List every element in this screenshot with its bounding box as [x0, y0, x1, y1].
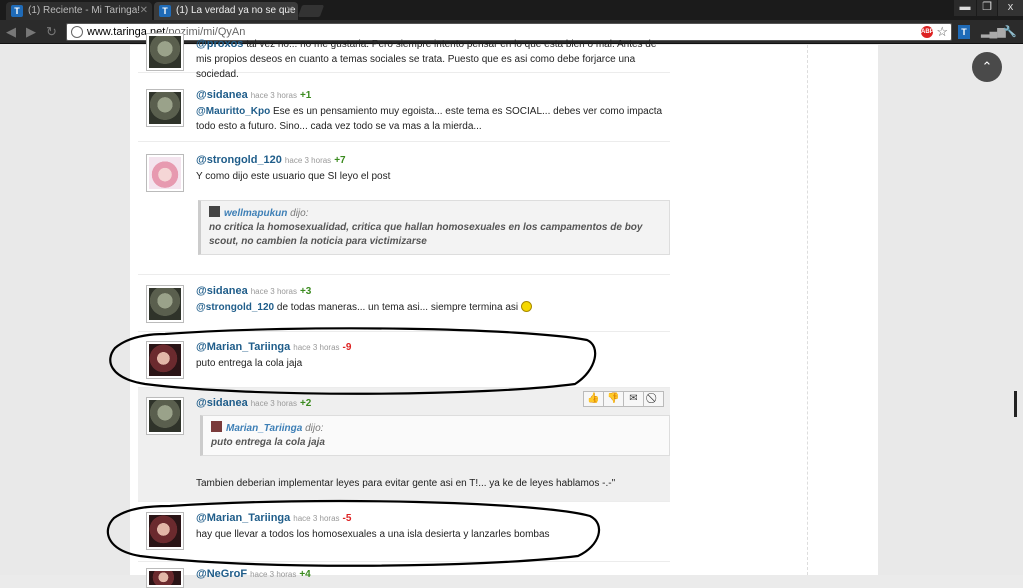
- comment-username[interactable]: @Marian_Tariinga: [196, 341, 290, 353]
- minimize-button[interactable]: ▬: [954, 0, 976, 16]
- comment-text: tal vez no... no me gustaria. Pero siemp…: [196, 39, 657, 80]
- comment-text: puto entrega la cola jaja: [196, 358, 303, 369]
- reply-button[interactable]: ✉: [623, 391, 644, 407]
- taringa-extension-icon[interactable]: T: [958, 25, 970, 39]
- comment-username[interactable]: @proxos: [196, 38, 243, 50]
- avatar[interactable]: [146, 154, 184, 192]
- quote-text: no critica la homosexualidad, critica qu…: [209, 222, 643, 247]
- tab-label: (1) Reciente - Mi Taringa!: [28, 5, 141, 16]
- report-button[interactable]: ⃠: [643, 391, 664, 407]
- comment-username[interactable]: @sidanea: [196, 285, 248, 297]
- comment-score: +3: [299, 286, 312, 297]
- comment-item: @Marian_Tariinga hace 3 horas -5 hay que l…: [138, 502, 670, 562]
- browser-tab-reciente[interactable]: T (1) Reciente - Mi Taringa! ✕: [6, 2, 152, 20]
- comment-score: +1: [299, 90, 312, 101]
- close-window-button[interactable]: x: [998, 0, 1023, 16]
- tab-close-icon[interactable]: ✕: [286, 2, 294, 19]
- new-tab-button[interactable]: [297, 5, 325, 17]
- avatar[interactable]: [146, 89, 184, 127]
- reload-icon[interactable]: ↻: [46, 24, 57, 40]
- comment-username[interactable]: @sidanea: [196, 89, 248, 101]
- quote-text: puto entrega la cola jaja: [211, 437, 325, 448]
- scroll-to-top-button[interactable]: ⌃: [972, 52, 1002, 82]
- scrollbar-thumb[interactable]: [1014, 391, 1017, 417]
- taringa-favicon-icon: T: [11, 5, 23, 17]
- comment-username[interactable]: @strongold_120: [196, 154, 282, 166]
- browser-tab-active[interactable]: T (1) La verdad ya no se que ✕: [154, 2, 298, 20]
- comment-text: Y como dijo este usuario que SI leyo el …: [196, 171, 391, 182]
- comment-text: hay que llevar a todos los homosexuales …: [196, 529, 550, 540]
- page-viewport: @proxos tal vez no... no me gustaria. Pe…: [0, 33, 1023, 588]
- mention-link[interactable]: @strongold_120: [196, 302, 274, 313]
- avatar[interactable]: [146, 568, 184, 588]
- smiley-icon: [520, 301, 532, 312]
- quote-username[interactable]: wellmapukun: [224, 208, 287, 219]
- comment-username[interactable]: @Marian_Tariinga: [196, 512, 290, 524]
- comment-score: +2: [299, 398, 312, 409]
- column-divider: [807, 45, 808, 575]
- comment-item: @sidanea hace 3 horas +3 @strongold_120 de…: [138, 275, 670, 332]
- quote-dijo: dijo:: [290, 208, 309, 219]
- forward-icon[interactable]: ▶: [26, 24, 36, 40]
- signal-bars-icon[interactable]: ▂▄▆: [981, 25, 1006, 39]
- comment-username[interactable]: @sidanea: [196, 397, 248, 409]
- bookmark-star-icon[interactable]: ☆: [936, 24, 948, 40]
- quote-username[interactable]: Marian_Tariinga: [226, 423, 302, 434]
- back-icon[interactable]: ◀: [6, 24, 16, 40]
- comment-time: hace 3 horas: [284, 156, 332, 165]
- comment-time: hace 3 horas: [250, 91, 297, 100]
- maximize-button[interactable]: ❐: [977, 0, 997, 16]
- comment-item: @sidanea hace 3 horas +1 @Mauritto_Kpo Ese…: [138, 77, 670, 142]
- tab-label: (1) La verdad ya no se que: [176, 5, 296, 16]
- quote-block: wellmapukun dijo: no critica la homosexu…: [198, 200, 670, 255]
- comment-item: @Marian_Tariinga hace 3 horas -9 puto entr…: [138, 332, 670, 388]
- vote-up-button[interactable]: 👍: [583, 391, 604, 407]
- comment-time: hace 3 horas: [250, 287, 297, 296]
- comment-score: -9: [342, 342, 352, 353]
- comment-text: de todas maneras... un tema asi... siemp…: [276, 302, 519, 313]
- avatar[interactable]: [146, 285, 184, 323]
- comment-item: @proxos tal vez no... no me gustaria. Pe…: [138, 31, 670, 80]
- user-icon: [211, 421, 222, 432]
- wrench-icon[interactable]: 🔧: [1002, 25, 1018, 39]
- quote-block: Marian_Tariinga dijo: puto entrega la co…: [200, 415, 670, 456]
- comment-item: @sidaneahace 3 horas+2 👍 👎 ✉ ⃠ Marian_Ta…: [138, 388, 670, 502]
- avatar[interactable]: [146, 397, 184, 435]
- avatar[interactable]: [146, 33, 184, 71]
- comments-column: @proxos tal vez no... no me gustaria. Pe…: [130, 33, 878, 588]
- comment-username[interactable]: @NeGroF: [196, 568, 247, 580]
- quote-dijo: dijo:: [305, 423, 324, 434]
- avatar[interactable]: [146, 341, 184, 379]
- comment-time: hace 3 horas: [293, 343, 340, 352]
- comment-time: hace 3 horas: [250, 399, 297, 408]
- comment-score: +7: [334, 155, 346, 166]
- avatar[interactable]: [146, 512, 184, 550]
- comment-actions: 👍 👎 ✉ ⃠: [583, 391, 664, 407]
- user-icon: [209, 206, 220, 217]
- comment-score: -5: [342, 513, 352, 524]
- globe-icon: [71, 26, 83, 38]
- comment-item: @NeGroF hace 3 horas +4: [138, 562, 670, 588]
- comment-text: Tambien deberian implementar leyes para …: [196, 478, 616, 489]
- taringa-favicon-icon: T: [159, 5, 171, 17]
- browser-tab-bar: T (1) Reciente - Mi Taringa! ✕ T (1) La …: [0, 0, 1023, 20]
- comment-time: hace 3 horas: [293, 514, 340, 523]
- tab-close-icon[interactable]: ✕: [140, 2, 148, 19]
- adblock-icon[interactable]: ABP: [921, 26, 934, 38]
- mention-link[interactable]: @Mauritto_Kpo: [196, 106, 270, 117]
- vote-down-button[interactable]: 👎: [603, 391, 624, 407]
- comment-item: @strongold_120 hace 3 horas +7 Y como dijo…: [138, 142, 670, 275]
